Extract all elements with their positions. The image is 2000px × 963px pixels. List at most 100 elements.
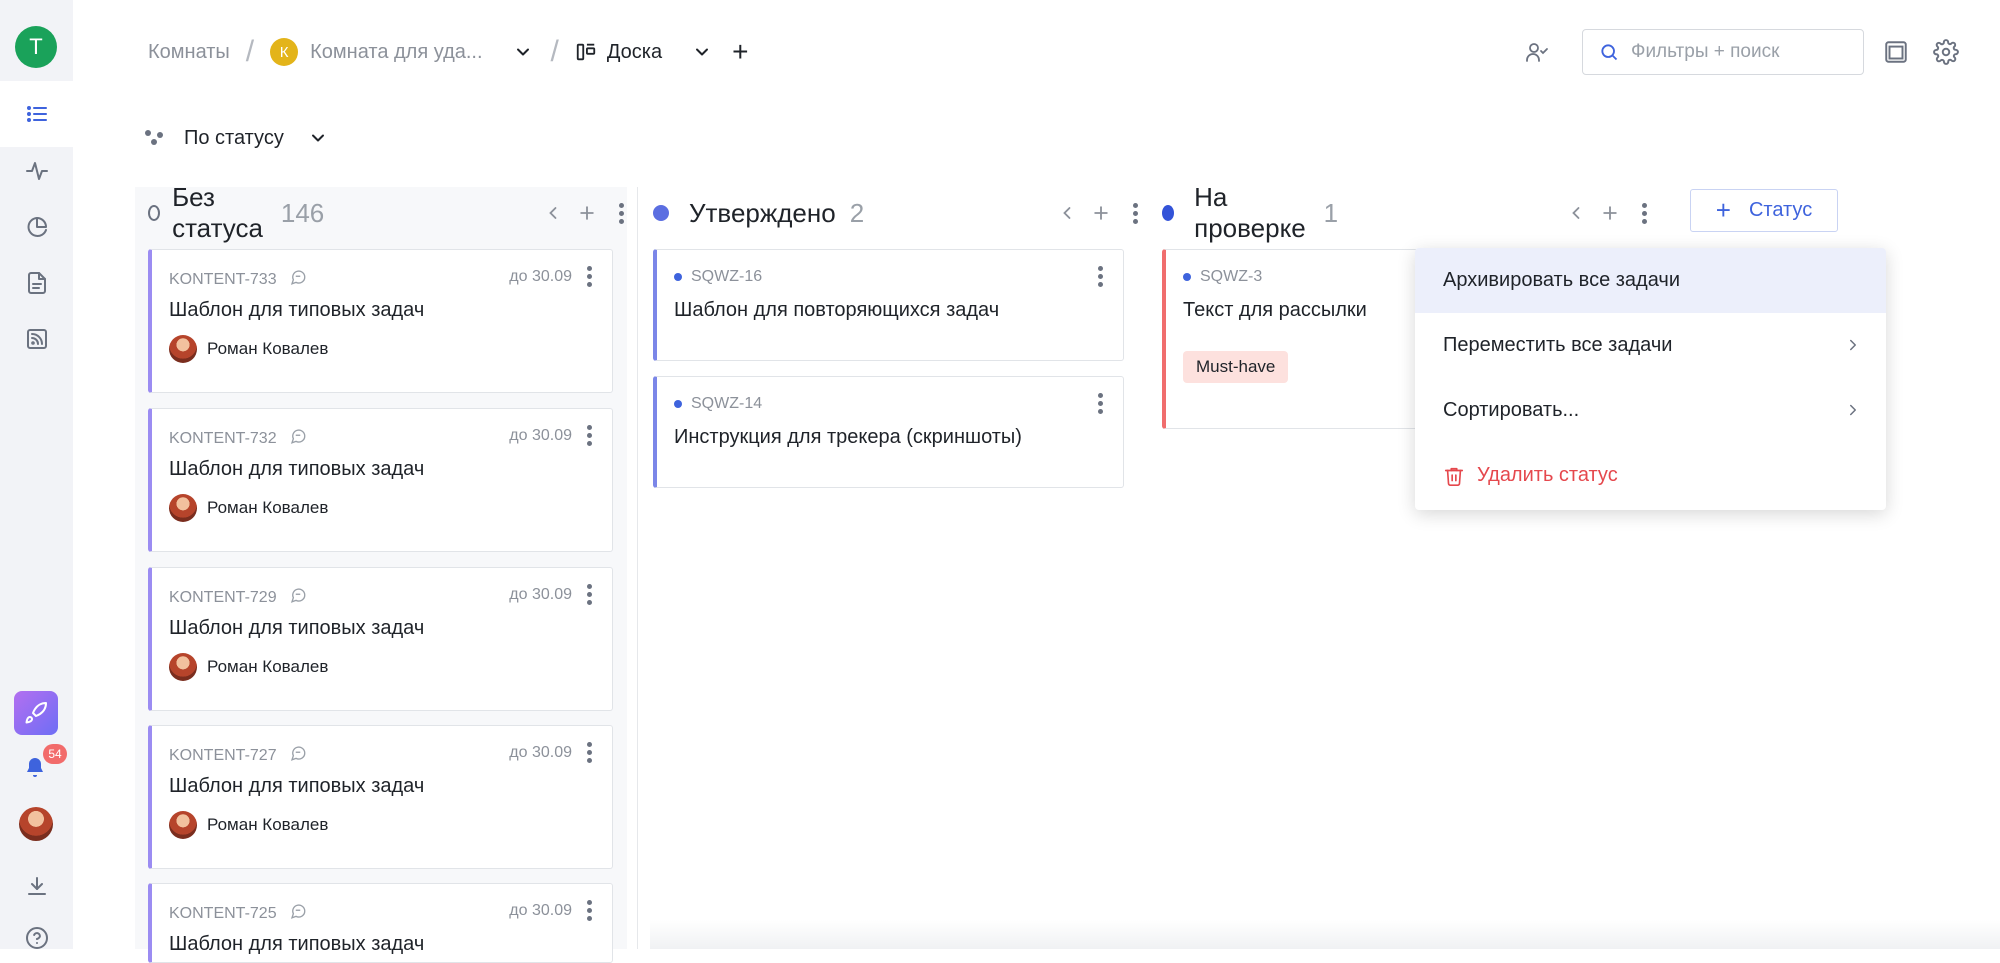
rocket-icon[interactable] (14, 691, 58, 735)
task-title: Инструкция для трекера (скриншоты) (674, 426, 1022, 448)
card-menu-icon[interactable] (587, 584, 592, 605)
card-menu-icon[interactable] (587, 742, 592, 763)
comment-icon (289, 268, 307, 291)
status-dot (1183, 273, 1191, 281)
column-header: Без статуса 146 (148, 182, 324, 243)
members-icon[interactable] (1525, 40, 1549, 69)
task-id: KONTENT-727 (169, 746, 277, 764)
add-status-button[interactable]: + Статус (1690, 189, 1838, 232)
assignee-avatar (169, 494, 197, 522)
comment-icon (289, 427, 307, 450)
column-divider (637, 187, 638, 949)
card-menu-icon[interactable] (587, 900, 592, 921)
download-icon[interactable] (24, 873, 50, 899)
card-menu-icon[interactable] (587, 425, 592, 446)
task-id: KONTENT-729 (169, 588, 277, 606)
breadcrumb-board[interactable]: Доска (607, 41, 662, 64)
add-status-label: Статус (1748, 199, 1813, 221)
column-menu-icon[interactable] (1123, 201, 1147, 225)
column-title: На проверке (1194, 182, 1306, 243)
breadcrumb: Комнаты / К Комната для уда... / Доска + (148, 34, 748, 70)
assignee-name: Роман Ковалев (207, 498, 329, 517)
task-title: Шаблон для типовых задач (169, 617, 425, 639)
task-due-date: до 30.09 (509, 268, 572, 285)
breadcrumb-separator: / (245, 35, 255, 68)
activity-icon[interactable] (24, 158, 50, 184)
assignee-name: Роман Ковалев (207, 657, 329, 676)
menu-item-move-all[interactable]: Переместить все задачи (1415, 313, 1886, 378)
document-icon[interactable] (24, 270, 50, 296)
add-task-button[interactable] (575, 201, 599, 225)
breadcrumb-separator: / (550, 35, 559, 68)
search-placeholder: Фильтры + поиск (1631, 41, 1780, 62)
scroll-shadow (650, 920, 2000, 949)
pie-chart-icon[interactable] (24, 214, 50, 240)
task-card[interactable]: KONTENT-727 до 30.09 Шаблон для типовых … (148, 725, 613, 869)
status-dot (653, 205, 669, 221)
menu-item-label: Сортировать... (1443, 399, 1580, 421)
add-task-button[interactable] (1089, 201, 1113, 225)
list-icon[interactable] (24, 101, 50, 127)
comment-icon (289, 902, 307, 925)
column-menu-icon[interactable] (1632, 201, 1656, 225)
gear-icon[interactable] (1933, 39, 1959, 70)
group-by-label: По статусу (184, 126, 284, 149)
breadcrumb-room[interactable]: Комната для уда... (310, 41, 482, 64)
task-card[interactable]: KONTENT-732 до 30.09 Шаблон для типовых … (148, 408, 613, 552)
task-card[interactable]: SQWZ-16 Шаблон для повторяющихся задач (653, 249, 1124, 361)
assignee-name: Роман Ковалев (207, 815, 329, 834)
task-assignee: Роман Ковалев (169, 494, 328, 522)
group-by-select[interactable]: По статусу (145, 123, 330, 153)
add-board-button[interactable]: + (732, 38, 748, 66)
card-menu-icon[interactable] (1098, 266, 1103, 287)
column-menu-icon[interactable] (609, 201, 633, 225)
notification-badge: 54 (43, 744, 67, 764)
add-task-button[interactable] (1598, 201, 1622, 225)
plus-icon: + (1715, 195, 1731, 225)
assignee-name: Роман Ковалев (207, 339, 329, 358)
chevron-left-icon[interactable] (541, 201, 565, 225)
trash-icon (1443, 465, 1465, 487)
task-card[interactable]: KONTENT-725 до 30.09 Шаблон для типовых … (148, 883, 613, 963)
menu-item-sort[interactable]: Сортировать... (1415, 378, 1886, 443)
chevron-down-icon[interactable] (511, 40, 535, 64)
chevron-left-icon[interactable] (1564, 201, 1588, 225)
column-count: 2 (849, 197, 865, 228)
user-avatar[interactable] (19, 807, 53, 841)
column-actions (1045, 187, 1147, 239)
task-card[interactable]: SQWZ-14 Инструкция для трекера (скриншот… (653, 376, 1124, 488)
task-assignee: Роман Ковалев (169, 653, 328, 681)
workspace-avatar[interactable]: T (15, 26, 57, 68)
help-icon[interactable] (24, 925, 50, 951)
chevron-down-icon[interactable] (690, 40, 714, 64)
menu-item-delete-status[interactable]: Удалить статус (1415, 443, 1886, 508)
column-actions (531, 187, 633, 239)
feed-icon[interactable] (24, 326, 50, 352)
task-title: Шаблон для типовых задач (169, 933, 425, 955)
panel-icon[interactable] (1883, 39, 1909, 70)
chevron-left-icon[interactable] (1055, 201, 1079, 225)
room-avatar: К (270, 38, 299, 66)
task-card[interactable]: KONTENT-729 до 30.09 Шаблон для типовых … (148, 567, 613, 711)
board-icon (575, 41, 597, 63)
group-icon (145, 130, 165, 146)
task-title: Шаблон для повторяющихся задач (674, 299, 1000, 321)
chevron-down-icon[interactable] (306, 126, 330, 150)
task-card[interactable]: KONTENT-733 до 30.09 Шаблон для типовых … (148, 249, 613, 393)
task-due-date: до 30.09 (509, 427, 572, 444)
column-context-menu: Архивировать все задачи Переместить все … (1415, 248, 1886, 510)
menu-item-archive-all[interactable]: Архивировать все задачи (1415, 248, 1886, 313)
search-input[interactable]: Фильтры + поиск (1582, 29, 1864, 75)
task-title: Текст для рассылки (1183, 299, 1367, 321)
left-rail: T 54 (0, 0, 73, 949)
task-due-date: до 30.09 (509, 744, 572, 761)
breadcrumb-rooms[interactable]: Комнаты (148, 41, 230, 64)
task-title: Шаблон для типовых задач (169, 458, 425, 480)
task-id: SQWZ-16 (691, 268, 763, 285)
card-menu-icon[interactable] (587, 266, 592, 287)
search-icon (1601, 44, 1618, 61)
column-title: Без статуса (172, 182, 263, 243)
menu-item-label: Удалить статус (1477, 464, 1618, 486)
task-title: Шаблон для типовых задач (169, 299, 425, 321)
card-menu-icon[interactable] (1098, 393, 1103, 414)
